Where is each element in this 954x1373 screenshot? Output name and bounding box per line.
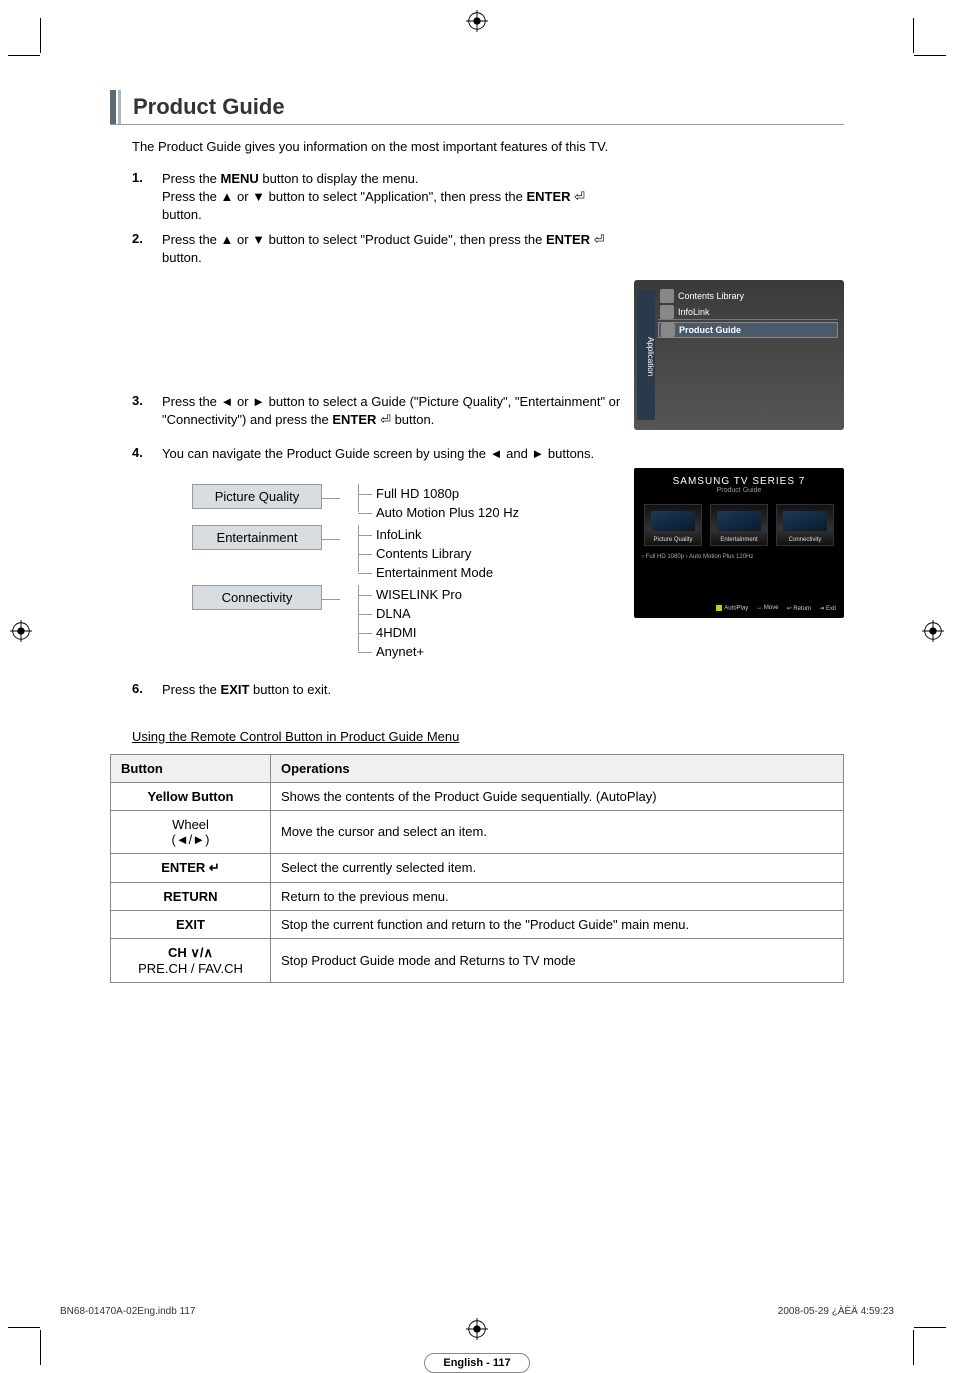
step-body: You can navigate the Product Guide scree… [162,445,844,463]
step-number: 6. [132,681,162,699]
osd-thumb-connectivity: Connectivity [776,504,834,546]
osd-thumb-picture-quality: Picture Quality [644,504,702,546]
enter-icon: ⏎ [574,189,585,204]
step-4: 4. You can navigate the Product Guide sc… [132,445,844,463]
menu-icon [660,305,674,319]
osd-menu-item: InfoLink [658,304,838,320]
crop-mark [914,55,946,56]
osd-application-menu: Application Contents Library InfoLink Pr… [634,280,844,430]
table-header: Operations [271,754,844,782]
step-2: 2. Press the ▲ or ▼ button to select "Pr… [132,231,844,267]
table-row: Wheel(◄/►) Move the cursor and select an… [111,810,844,853]
table-row: ENTER ↵ Select the currently selected it… [111,853,844,882]
osd-subtitle: Product Guide [634,487,844,494]
button-name: Yellow Button [111,782,271,810]
crop-mark [913,18,914,53]
intro-text: The Product Guide gives you information … [132,139,844,154]
steps-list: 1. Press the MENU button to display the … [132,170,844,699]
tree-connector [322,498,340,499]
osd-hint-autoplay: AutoPlay [716,605,748,612]
osd-thumbnails: Picture Quality Entertainment Connectivi… [634,504,844,546]
osd-hint-exit: ⇥ Exit [819,605,836,612]
enter-icon: ⏎ [594,232,605,247]
osd-hint-return: ↩ Return [787,605,812,612]
osd-hint-move: ↔ Move [756,605,778,612]
step-body: Press the ▲ or ▼ button to select "Produ… [162,231,844,267]
step-number: 3. [132,393,162,429]
step-number: 2. [132,231,162,267]
button-name: RETURN [111,882,271,910]
button-name: EXIT [111,910,271,938]
osd-thumb-entertainment: Entertainment [710,504,768,546]
enter-icon: ⏎ [380,412,391,427]
tree-category: Connectivity [192,585,322,610]
table-row: RETURN Return to the previous menu. [111,882,844,910]
osd-menu-item: Contents Library [658,288,838,304]
tree-item: Anynet+ [376,642,462,661]
button-name: CH ∨/∧PRE.CH / FAV.CH [111,938,271,982]
page-title: Product Guide [133,90,285,124]
operation-text: Return to the previous menu. [271,882,844,910]
tree-item: DLNA [376,604,462,623]
button-name: Wheel(◄/►) [111,810,271,853]
print-footer: BN68-01470A-02Eng.indb 117 2008-05-29 ¿À… [60,1306,894,1317]
tree-item: Contents Library [376,544,493,563]
table-row: Yellow Button Shows the contents of the … [111,782,844,810]
registration-mark-icon [466,1318,488,1343]
tree-items: WISELINK Pro DLNA 4HDMI Anynet+ [340,585,462,661]
tree-item: 4HDMI [376,623,462,642]
tree-item: Auto Motion Plus 120 Hz [376,503,519,522]
print-timestamp: 2008-05-29 ¿ÀÈÄ 4:59:23 [778,1306,894,1317]
table-header-row: Button Operations [111,754,844,782]
tree-connector [322,539,340,540]
operation-text: Select the currently selected item. [271,853,844,882]
table-heading: Using the Remote Control Button in Produ… [132,729,844,744]
osd-menu-item-selected: Product Guide [658,322,838,338]
step-body: Press the MENU button to display the men… [162,170,844,225]
tree-items: Full HD 1080p Auto Motion Plus 120 Hz [340,484,519,522]
osd-product-guide: SAMSUNG TV SERIES 7 Product Guide Pictur… [634,468,844,618]
table-header: Button [111,754,271,782]
tree-item: Full HD 1080p [376,484,519,503]
button-name: ENTER ↵ [111,853,271,882]
title-accent-bar [110,90,116,124]
osd-feature-chips: › Full HD 1080p › Auto Motion Plus 120Hz [634,554,844,560]
table-row: EXIT Stop the current function and retur… [111,910,844,938]
crop-mark [8,55,40,56]
step-6: 6. Press the EXIT button to exit. [132,681,844,699]
title-accent-bar [118,90,121,124]
operation-text: Stop the current function and return to … [271,910,844,938]
osd-vertical-tab: Application [637,290,655,420]
tree-item: Entertainment Mode [376,563,493,582]
crop-mark [40,18,41,53]
table-row: CH ∨/∧PRE.CH / FAV.CH Stop Product Guide… [111,938,844,982]
tree-item: WISELINK Pro [376,585,462,604]
tree-connector [322,599,340,600]
tree-item: InfoLink [376,525,493,544]
menu-icon [661,323,675,337]
page-footer: English - 117 [110,1353,844,1373]
osd-footer-hints: AutoPlay ↔ Move ↩ Return ⇥ Exit [716,605,836,612]
tree-category: Entertainment [192,525,322,550]
section-title-wrap: Product Guide [110,90,844,125]
operation-text: Move the cursor and select an item. [271,810,844,853]
menu-icon [660,289,674,303]
tree-category: Picture Quality [192,484,322,509]
tree-items: InfoLink Contents Library Entertainment … [340,525,493,582]
osd-brand-title: SAMSUNG TV SERIES 7 [634,468,844,487]
page-number-badge: English - 117 [424,1353,529,1373]
registration-mark-icon [466,10,488,35]
operation-text: Stop Product Guide mode and Returns to T… [271,938,844,982]
step-body: Press the EXIT button to exit. [162,681,844,699]
operation-text: Shows the contents of the Product Guide … [271,782,844,810]
step-number: 1. [132,170,162,225]
print-file-info: BN68-01470A-02Eng.indb 117 [60,1306,195,1317]
step-number: 4. [132,445,162,463]
remote-button-table: Button Operations Yellow Button Shows th… [110,754,844,983]
step-1: 1. Press the MENU button to display the … [132,170,844,225]
